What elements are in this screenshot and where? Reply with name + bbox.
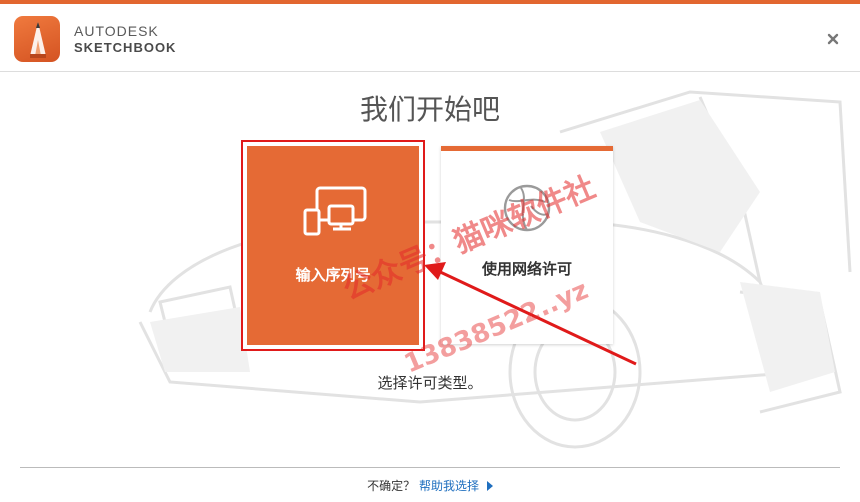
option-enter-serial[interactable]: 输入序列号 <box>241 140 425 351</box>
close-icon[interactable] <box>826 31 840 45</box>
option-network-license-label: 使用网络许可 <box>481 260 572 278</box>
background-car-illustration <box>138 90 852 449</box>
page-title: 我们开始吧 <box>359 93 500 126</box>
option-network-license-band <box>441 146 613 151</box>
footer: 不确定？ 帮助我选择 <box>0 477 860 494</box>
sketchbook-logo <box>14 16 60 62</box>
brand-sketchbook: SKETCHBOOK <box>74 40 177 55</box>
chevron-right-icon[interactable] <box>486 481 493 491</box>
devices-icon <box>303 186 367 236</box>
header: AUTODESK SKETCHBOOK <box>0 4 860 72</box>
license-type-prompt: 选择许可类型。 <box>377 374 483 392</box>
option-enter-serial-label: 输入序列号 <box>295 266 371 284</box>
option-network-license[interactable]: 使用网络许可 <box>441 146 613 344</box>
network-globe-icon <box>503 184 551 232</box>
help-me-choose-link[interactable]: 帮助我选择 <box>419 479 479 493</box>
brand-autodesk: AUTODESK <box>74 23 159 39</box>
option-enter-serial-fill: 输入序列号 <box>247 146 419 345</box>
footer-divider <box>20 467 840 468</box>
footer-question: 不确定？ <box>367 479 416 493</box>
